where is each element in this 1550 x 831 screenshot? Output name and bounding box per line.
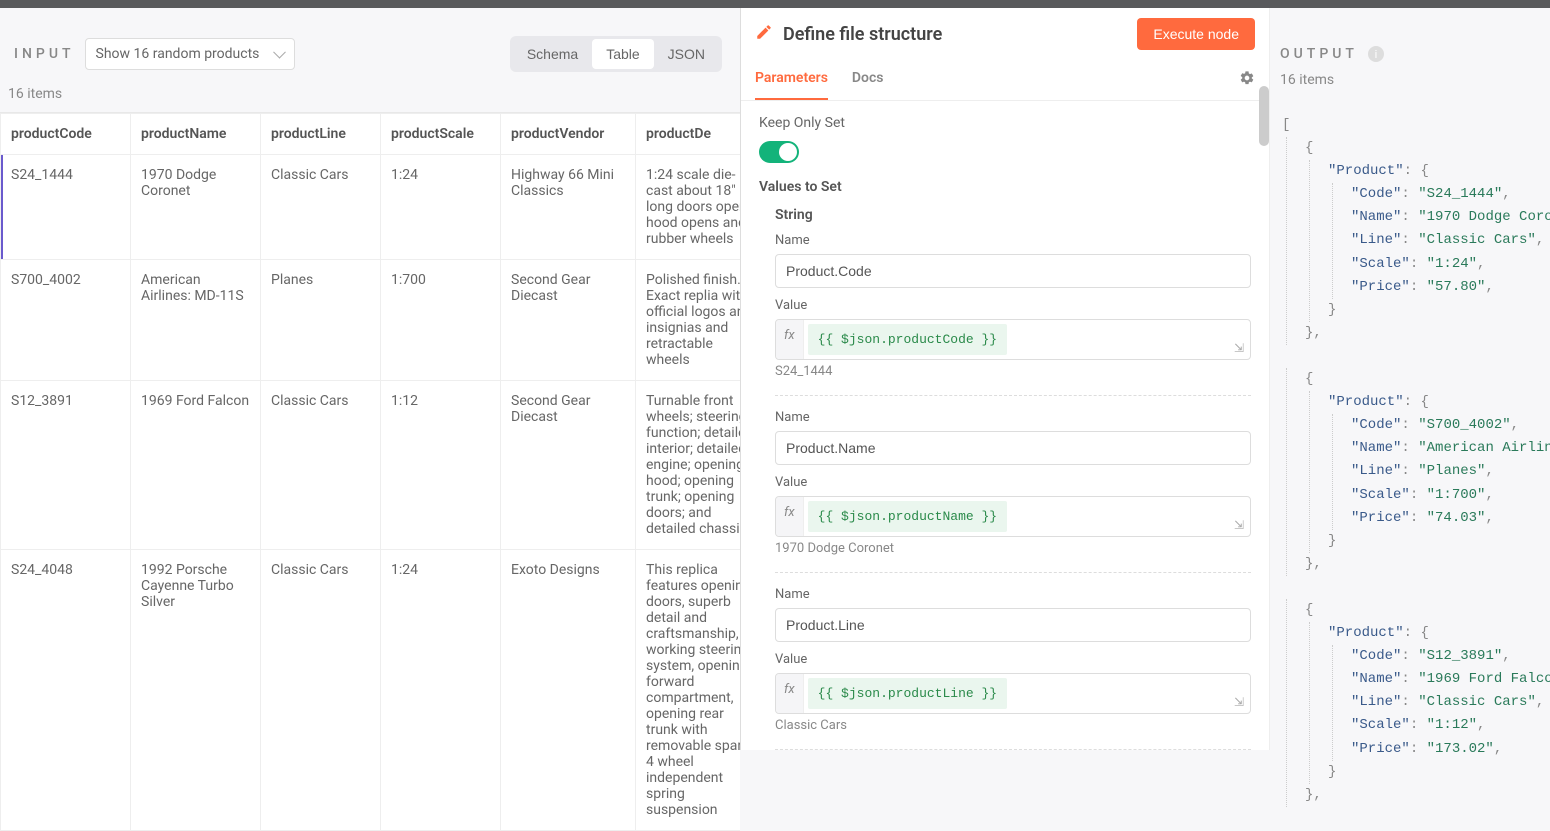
table-cell: 1:24 scale die-cast about 18" long doors… — [636, 155, 741, 260]
input-items-count: 16 items — [0, 82, 740, 112]
input-selector-value: Show 16 random products — [96, 46, 260, 62]
expression-text: {{ $json.productName }} — [808, 501, 1007, 532]
table-cell: Second Gear Diecast — [501, 260, 636, 381]
table-cell: 1970 Dodge Coronet — [131, 155, 261, 260]
column-header-productDe[interactable]: productDe — [636, 114, 741, 155]
table-row[interactable]: S24_14441970 Dodge CoronetClassic Cars1:… — [1, 155, 741, 260]
tab-parameters[interactable]: Parameters — [755, 60, 828, 100]
table-cell: American Airlines: MD-11S — [131, 260, 261, 381]
string-section-label: String — [775, 207, 1251, 223]
field-preview: Classic Cars — [775, 718, 1251, 733]
field-name-input[interactable] — [775, 254, 1251, 288]
keep-only-set-label: Keep Only Set — [759, 115, 1251, 131]
table-cell: This replica features opening doors, sup… — [636, 550, 741, 831]
expression-text: {{ $json.productLine }} — [808, 678, 1007, 709]
view-json-button[interactable]: JSON — [654, 39, 719, 69]
pencil-icon — [755, 23, 773, 45]
table-cell: 1969 Ford Falcon — [131, 381, 261, 550]
column-header-productScale[interactable]: productScale — [381, 114, 501, 155]
name-label: Name — [775, 233, 1251, 248]
name-label: Name — [775, 410, 1251, 425]
value-label: Value — [775, 652, 1251, 667]
table-row[interactable]: S12_38911969 Ford FalconClassic Cars1:12… — [1, 381, 741, 550]
table-cell: 1:24 — [381, 155, 501, 260]
fx-icon: fx — [776, 674, 804, 713]
name-label: Name — [775, 587, 1251, 602]
values-to-set-label: Values to Set — [759, 179, 1251, 195]
table-cell: Planes — [261, 260, 381, 381]
table-cell: S700_4002 — [1, 260, 131, 381]
view-switcher: Schema Table JSON — [510, 36, 722, 72]
tab-docs[interactable]: Docs — [852, 60, 884, 100]
table-cell: S24_1444 — [1, 155, 131, 260]
table-cell: Polished finish. Exact replia with offic… — [636, 260, 741, 381]
table-cell: S24_4048 — [1, 550, 131, 831]
expand-icon[interactable]: ⇲ — [1234, 695, 1244, 709]
fx-icon: fx — [776, 320, 804, 359]
value-label: Value — [775, 298, 1251, 313]
output-items-count: 16 items — [1280, 68, 1550, 98]
expression-text: {{ $json.productCode }} — [808, 324, 1007, 355]
column-header-productVendor[interactable]: productVendor — [501, 114, 636, 155]
table-cell: Second Gear Diecast — [501, 381, 636, 550]
value-label: Value — [775, 475, 1251, 490]
table-cell: Highway 66 Mini Classics — [501, 155, 636, 260]
table-cell: Turnable front wheels; steering function… — [636, 381, 741, 550]
table-cell: Classic Cars — [261, 550, 381, 831]
input-selector-dropdown[interactable]: Show 16 random products — [85, 38, 295, 70]
output-label: OUTPUT — [1280, 46, 1358, 62]
input-table: productCodeproductNameproductLineproduct… — [0, 112, 740, 831]
scrollbar-thumb[interactable] — [1259, 101, 1269, 146]
expand-icon[interactable]: ⇲ — [1234, 518, 1244, 532]
fx-icon: fx — [776, 497, 804, 536]
table-row[interactable]: S24_40481992 Porsche Cayenne Turbo Silve… — [1, 550, 741, 831]
execute-node-button[interactable]: Execute node — [1137, 18, 1255, 50]
table-cell: 1992 Porsche Cayenne Turbo Silver — [131, 550, 261, 831]
output-panel: OUTPUT i 16 items [ { "Product": { "Code… — [1270, 8, 1550, 750]
info-icon[interactable]: i — [1368, 46, 1384, 62]
field-value-expression[interactable]: fx{{ $json.productLine }} ⇲ — [775, 673, 1251, 714]
input-panel: INPUT Show 16 random products Schema Tab… — [0, 8, 740, 750]
column-header-productLine[interactable]: productLine — [261, 114, 381, 155]
column-header-productName[interactable]: productName — [131, 114, 261, 155]
field-value-expression[interactable]: fx{{ $json.productName }} ⇲ — [775, 496, 1251, 537]
settings-gear-icon[interactable] — [1239, 60, 1255, 100]
field-name-input[interactable] — [775, 608, 1251, 642]
node-title: Define file structure — [783, 24, 1127, 45]
table-cell: S12_3891 — [1, 381, 131, 550]
table-cell: 1:12 — [381, 381, 501, 550]
field-preview: S24_1444 — [775, 364, 1251, 379]
table-cell: 1:700 — [381, 260, 501, 381]
table-cell: 1:24 — [381, 550, 501, 831]
output-json-view: [ { "Product": { "Code": "S24_1444", "Na… — [1280, 98, 1550, 830]
field-preview: 1970 Dodge Coronet — [775, 541, 1251, 556]
top-bar — [0, 0, 1550, 8]
expand-icon[interactable]: ⇲ — [1234, 341, 1244, 355]
node-config-panel: Define file structure Execute node Param… — [740, 8, 1270, 750]
field-name-input[interactable] — [775, 431, 1251, 465]
table-row[interactable]: S700_4002American Airlines: MD-11SPlanes… — [1, 260, 741, 381]
field-value-expression[interactable]: fx{{ $json.productCode }} ⇲ — [775, 319, 1251, 360]
table-cell: Exoto Designs — [501, 550, 636, 831]
table-cell: Classic Cars — [261, 155, 381, 260]
column-header-productCode[interactable]: productCode — [1, 114, 131, 155]
view-table-button[interactable]: Table — [592, 39, 653, 69]
table-cell: Classic Cars — [261, 381, 381, 550]
keep-only-set-toggle[interactable] — [759, 141, 799, 163]
view-schema-button[interactable]: Schema — [513, 39, 592, 69]
input-label: INPUT — [8, 46, 75, 62]
